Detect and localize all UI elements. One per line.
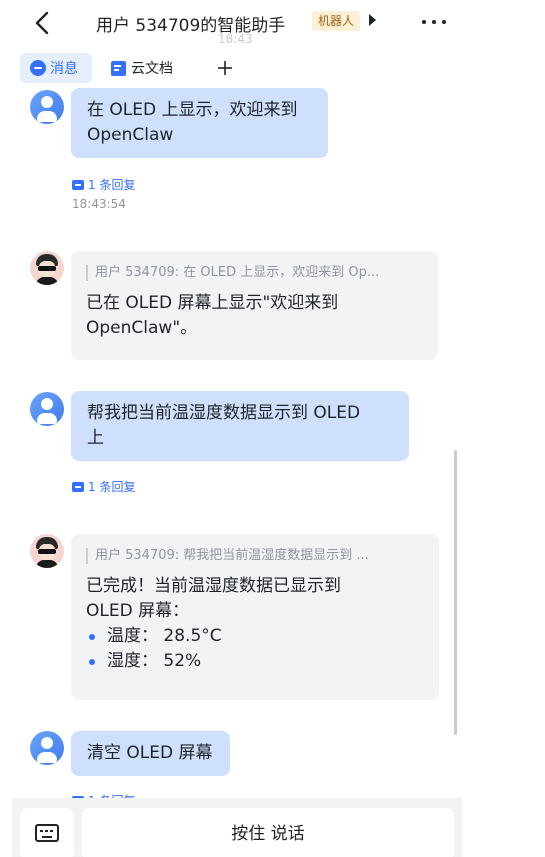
- bot-badge: 机器人: [312, 11, 361, 31]
- quoted-message: 用户 534709: 帮我把当前温湿度数据显示到 ...: [86, 548, 424, 564]
- user-avatar[interactable]: [30, 392, 64, 426]
- user-avatar[interactable]: [30, 731, 64, 765]
- message-line: 帮我把当前温湿度数据显示到 OLED: [87, 403, 361, 423]
- tab-messages[interactable]: 消息: [20, 53, 92, 83]
- composer-bar: 按住 说话: [12, 798, 462, 857]
- user-message-bubble[interactable]: 清空 OLED 屏幕: [71, 731, 230, 776]
- chat-title[interactable]: 用户 534709的智能助手: [96, 11, 285, 36]
- message-icon: [30, 60, 46, 76]
- message-line: 清空 OLED 屏幕: [87, 743, 213, 763]
- bullet-dot: [89, 658, 95, 665]
- reply-count: 1 条回复: [88, 480, 136, 494]
- keyboard-toggle-button[interactable]: [20, 808, 74, 857]
- more-icon[interactable]: [420, 20, 448, 26]
- reply-count-link[interactable]: 1 条回复: [72, 478, 135, 495]
- message-line: OpenClaw: [87, 125, 174, 145]
- caret-right-icon[interactable]: [369, 14, 376, 26]
- tab-cloud-docs-label: 云文档: [131, 61, 173, 77]
- keyboard-icon: [35, 824, 59, 842]
- tab-cloud-docs[interactable]: 云文档: [108, 53, 188, 83]
- user-message-bubble[interactable]: 在 OLED 上显示，欢迎来到 OpenClaw: [71, 88, 328, 158]
- user-avatar[interactable]: [30, 90, 64, 124]
- bot-message-bubble[interactable]: 用户 534709: 帮我把当前温湿度数据显示到 ... 已完成！当前温湿度数据…: [71, 534, 439, 700]
- bot-avatar[interactable]: [30, 251, 64, 285]
- bot-avatar[interactable]: [30, 534, 64, 568]
- bot-message-bubble[interactable]: 用户 534709: 在 OLED 上显示，欢迎来到 Op... 已在 OLED…: [71, 251, 438, 360]
- back-arrow-icon[interactable]: [30, 10, 56, 36]
- message-line: OLED 屏幕：: [86, 601, 190, 621]
- bullet-dot: [89, 633, 95, 640]
- list-item: 温度： 28.5°C: [86, 624, 424, 649]
- reply-count-link[interactable]: 1 条回复: [72, 176, 135, 193]
- list-item: 湿度： 52%: [86, 649, 424, 674]
- add-tab-button[interactable]: [212, 53, 238, 83]
- tab-messages-label: 消息: [50, 61, 78, 77]
- message-line: 已在 OLED 屏幕上显示"欢迎来到: [86, 293, 339, 313]
- user-message-bubble[interactable]: 帮我把当前温湿度数据显示到 OLED 上: [71, 391, 409, 461]
- message-line: 上: [87, 428, 104, 448]
- hold-to-talk-button[interactable]: 按住 说话: [82, 808, 454, 857]
- reply-icon: [72, 481, 84, 492]
- message-timestamp: 18:43:54: [72, 197, 126, 211]
- quoted-message: 用户 534709: 在 OLED 上显示，欢迎来到 Op...: [86, 265, 423, 281]
- reply-count: 1 条回复: [88, 178, 136, 192]
- message-line: 在 OLED 上显示，欢迎来到: [87, 100, 298, 120]
- document-icon: [111, 60, 126, 76]
- message-line: 已完成！当前温湿度数据已显示到: [86, 576, 341, 596]
- message-line: OpenClaw"。: [86, 318, 198, 338]
- list-item-text: 湿度： 52%: [107, 651, 202, 671]
- scrollbar[interactable]: [454, 450, 457, 735]
- chat-header: 18:43 用户 534709的智能助手 机器人: [0, 0, 545, 46]
- chat-tabs: 消息 云文档: [0, 46, 545, 88]
- reply-icon: [72, 179, 84, 190]
- plus-icon: [218, 61, 232, 75]
- list-item-text: 温度： 28.5°C: [107, 626, 222, 646]
